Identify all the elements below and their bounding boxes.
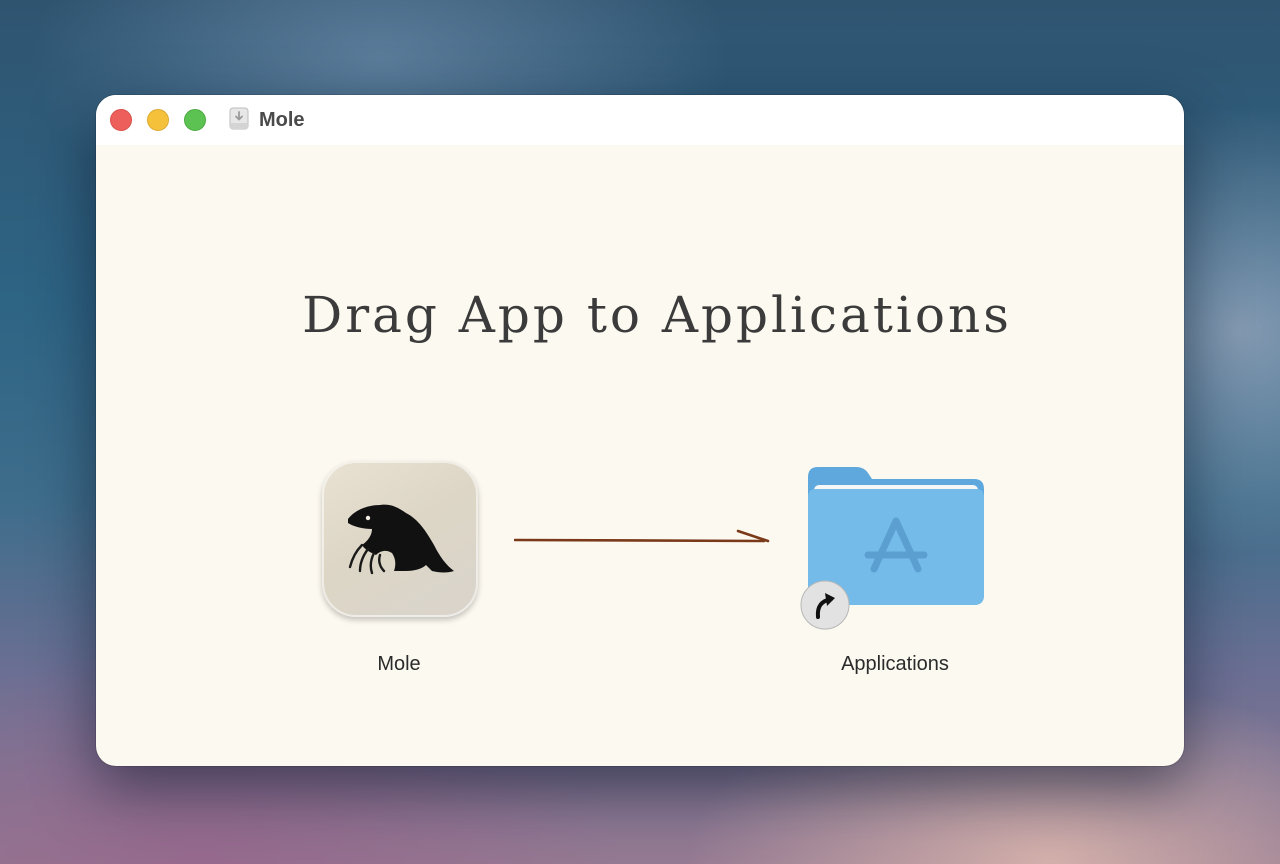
folder-label: Applications bbox=[841, 653, 949, 675]
mole-app-icon[interactable] bbox=[322, 461, 478, 617]
close-button[interactable] bbox=[110, 109, 132, 131]
arrow-right-icon bbox=[514, 529, 770, 543]
alias-arrow-icon bbox=[800, 580, 850, 630]
zoom-button[interactable] bbox=[184, 109, 206, 131]
installer-window: Mole Drag App to Applications Mole Appli… bbox=[96, 95, 1184, 766]
instruction-heading: Drag App to Applications bbox=[302, 286, 1012, 344]
app-label: Mole bbox=[377, 653, 421, 675]
minimize-button[interactable] bbox=[147, 109, 169, 131]
applications-folder-icon[interactable] bbox=[800, 463, 988, 631]
disk-image-icon bbox=[229, 107, 249, 130]
title-bar[interactable]: Mole bbox=[96, 95, 1184, 145]
window-title: Mole bbox=[259, 109, 305, 131]
mole-silhouette-icon bbox=[348, 504, 454, 575]
